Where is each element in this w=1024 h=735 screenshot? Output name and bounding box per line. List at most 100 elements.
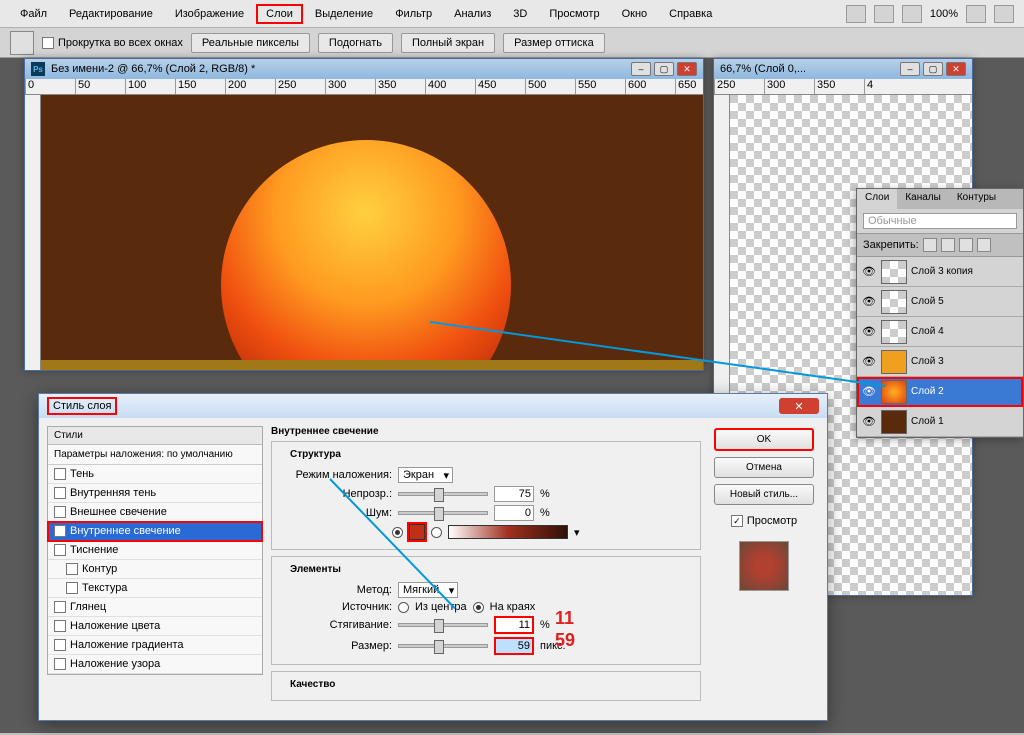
menu-analysis[interactable]: Анализ: [444, 4, 501, 24]
layer-name[interactable]: Слой 1: [911, 416, 1019, 427]
layer-item[interactable]: 👁 Слой 4: [857, 317, 1023, 347]
layer-thumbnail[interactable]: [881, 260, 907, 284]
blend-mode-select[interactable]: Обычные: [863, 213, 1017, 229]
layer-thumbnail[interactable]: [881, 380, 907, 404]
style-gradient-overlay[interactable]: Наложение градиента: [48, 636, 262, 655]
gradient-dropdown-icon[interactable]: ▾: [574, 526, 580, 539]
zoom-level[interactable]: 100%: [930, 8, 958, 20]
menu-view[interactable]: Просмотр: [539, 4, 609, 24]
blend-mode-select[interactable]: Экран: [398, 467, 453, 483]
visibility-icon[interactable]: 👁: [861, 384, 877, 400]
visibility-icon[interactable]: 👁: [861, 414, 877, 430]
opacity-slider[interactable]: [398, 492, 488, 496]
fill-screen-button[interactable]: Полный экран: [401, 33, 495, 53]
hand-tool-icon[interactable]: [10, 31, 34, 55]
tab-layers[interactable]: Слои: [857, 189, 897, 209]
layer-item[interactable]: 👁 Слой 5: [857, 287, 1023, 317]
window-titlebar[interactable]: Ps Без имени-2 @ 66,7% (Слой 2, RGB/8) *…: [25, 59, 703, 79]
arrange-icon[interactable]: [966, 5, 986, 23]
menu-3d[interactable]: 3D: [503, 4, 537, 24]
style-inner-glow[interactable]: Внутреннее свечение: [48, 522, 262, 541]
actual-pixels-button[interactable]: Реальные пикселы: [191, 33, 310, 53]
technique-select[interactable]: Мягкий: [398, 582, 458, 598]
gradient-radio[interactable]: [431, 527, 442, 538]
noise-input[interactable]: [494, 505, 534, 521]
layer-thumbnail[interactable]: [881, 410, 907, 434]
ok-button[interactable]: OK: [714, 428, 814, 451]
menu-window[interactable]: Окно: [612, 4, 658, 24]
menu-file[interactable]: Файл: [10, 4, 57, 24]
lock-position-icon[interactable]: [959, 238, 973, 252]
maximize-icon[interactable]: ▢: [923, 62, 943, 76]
gradient-picker[interactable]: [448, 525, 568, 539]
layer-item[interactable]: 👁 Слой 1: [857, 407, 1023, 437]
style-contour[interactable]: Контур: [48, 560, 262, 579]
style-pattern-overlay[interactable]: Наложение узора: [48, 655, 262, 674]
canvas[interactable]: [25, 95, 703, 370]
style-inner-shadow[interactable]: Внутренняя тень: [48, 484, 262, 503]
lock-all-icon[interactable]: [977, 238, 991, 252]
maximize-icon[interactable]: ▢: [654, 62, 674, 76]
size-input[interactable]: [494, 637, 534, 655]
dialog-titlebar[interactable]: Стиль слоя ✕: [39, 394, 827, 418]
close-icon[interactable]: ✕: [946, 62, 966, 76]
style-outer-glow[interactable]: Внешнее свечение: [48, 503, 262, 522]
visibility-icon[interactable]: 👁: [861, 324, 877, 340]
layer-item[interactable]: 👁 Слой 3 копия: [857, 257, 1023, 287]
new-style-button[interactable]: Новый стиль...: [714, 484, 814, 505]
layer-thumbnail[interactable]: [881, 290, 907, 314]
layer-name[interactable]: Слой 2: [911, 386, 1019, 397]
layer-name[interactable]: Слой 5: [911, 296, 1019, 307]
menu-select[interactable]: Выделение: [305, 4, 383, 24]
workspace-icon[interactable]: [994, 5, 1014, 23]
source-edge-radio[interactable]: [473, 602, 484, 613]
style-satin[interactable]: Глянец: [48, 598, 262, 617]
menu-image[interactable]: Изображение: [165, 4, 254, 24]
lock-transparency-icon[interactable]: [923, 238, 937, 252]
layer-item-selected[interactable]: 👁 Слой 2: [857, 377, 1023, 407]
layer-name[interactable]: Слой 3 копия: [911, 266, 1019, 277]
close-icon[interactable]: ✕: [677, 62, 697, 76]
print-size-button[interactable]: Размер оттиска: [503, 33, 605, 53]
layer-thumbnail[interactable]: [881, 320, 907, 344]
bridge-icon[interactable]: [846, 5, 866, 23]
cancel-button[interactable]: Отмена: [714, 457, 814, 478]
visibility-icon[interactable]: 👁: [861, 294, 877, 310]
style-drop-shadow[interactable]: Тень: [48, 465, 262, 484]
opacity-input[interactable]: [494, 486, 534, 502]
layer-thumbnail[interactable]: [881, 350, 907, 374]
visibility-icon[interactable]: 👁: [861, 264, 877, 280]
scroll-all-checkbox[interactable]: Прокрутка во всех окнах: [42, 37, 183, 49]
visibility-icon[interactable]: 👁: [861, 354, 877, 370]
size-slider[interactable]: [398, 644, 488, 648]
styles-header[interactable]: Стили: [48, 427, 262, 445]
menu-edit[interactable]: Редактирование: [59, 4, 163, 24]
color-radio[interactable]: [392, 527, 403, 538]
glow-color-swatch[interactable]: [409, 524, 425, 540]
minimize-icon[interactable]: –: [631, 62, 651, 76]
menu-layers[interactable]: Слои: [256, 4, 303, 24]
layer-item[interactable]: 👁 Слой 3: [857, 347, 1023, 377]
canvas-area[interactable]: [41, 95, 703, 370]
tab-paths[interactable]: Контуры: [949, 189, 1004, 209]
style-color-overlay[interactable]: Наложение цвета: [48, 617, 262, 636]
blending-options[interactable]: Параметры наложения: по умолчанию: [48, 445, 262, 465]
layer-name[interactable]: Слой 3: [911, 356, 1019, 367]
choke-slider[interactable]: [398, 623, 488, 627]
minimize-icon[interactable]: –: [900, 62, 920, 76]
fit-screen-button[interactable]: Подогнать: [318, 33, 393, 53]
style-texture[interactable]: Текстура: [48, 579, 262, 598]
noise-slider[interactable]: [398, 511, 488, 515]
choke-input[interactable]: [494, 616, 534, 634]
screen-mode-icon[interactable]: [902, 5, 922, 23]
style-bevel[interactable]: Тиснение: [48, 541, 262, 560]
lock-pixels-icon[interactable]: [941, 238, 955, 252]
layer-name[interactable]: Слой 4: [911, 326, 1019, 337]
menu-filter[interactable]: Фильтр: [385, 4, 442, 24]
dialog-close-icon[interactable]: ✕: [779, 398, 819, 414]
tab-channels[interactable]: Каналы: [897, 189, 949, 209]
mb-icon[interactable]: [874, 5, 894, 23]
preview-checkbox[interactable]: Просмотр: [731, 515, 797, 527]
source-center-radio[interactable]: [398, 602, 409, 613]
menu-help[interactable]: Справка: [659, 4, 722, 24]
